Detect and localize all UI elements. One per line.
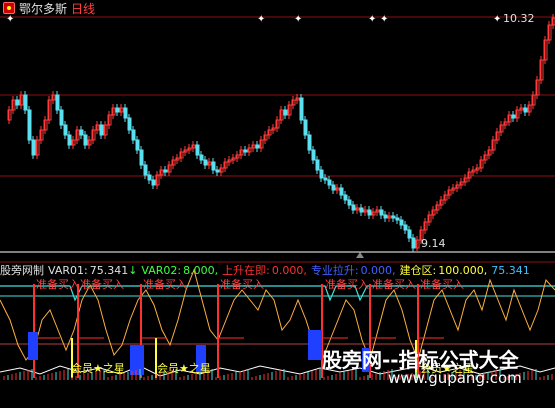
build-value: 100.000, [438, 263, 488, 277]
candle-body [79, 129, 84, 136]
down-arrow-icon: ↓ [128, 263, 138, 277]
chart-header: 鄂尔多斯 日线 [0, 0, 95, 16]
var01-value: 75.341 [89, 263, 129, 277]
buy-signal: 准备买入 [420, 278, 464, 291]
candle-body [31, 139, 36, 156]
star-flag-icon: ✦ [380, 14, 388, 25]
pull-block [130, 345, 144, 375]
extra-value: 75.341 [491, 263, 530, 277]
buy-signal: 准备买入 [220, 278, 264, 291]
candle-body [99, 124, 104, 136]
candle-body [311, 149, 316, 161]
candle-body [127, 117, 132, 131]
candle-body [115, 107, 120, 113]
marker-triangle [356, 252, 364, 258]
pull-block [28, 332, 38, 360]
watermark-url: www.gupang.com [388, 369, 522, 387]
stock-name[interactable]: 鄂尔多斯 [19, 0, 67, 17]
stock-logo-icon [3, 2, 15, 14]
candle-body [343, 194, 348, 201]
member-star-signal: 会员★之星 [71, 362, 125, 375]
price-min-label: 9.14 [421, 237, 446, 250]
candle-body [15, 99, 20, 106]
chart-screen[interactable]: ✦ ✦ ✦ ✦ ✦ ✦ 鄂尔多斯 日线 10.32 9.14 股旁网制 VAR01: 75… [0, 0, 555, 408]
candle-body [299, 97, 304, 121]
pull-value: 0.000, [360, 263, 396, 277]
candle-body [67, 134, 72, 146]
buy-signal: 准备买入 [372, 278, 416, 291]
candle-body [395, 217, 400, 221]
candle-body [199, 154, 204, 161]
candle-body [383, 214, 388, 219]
candle-body [203, 159, 208, 166]
candle-body [195, 144, 200, 156]
buy-signal: 准备买入 [143, 278, 187, 291]
candle-body [147, 174, 152, 181]
star-flag-icon: ✦ [257, 14, 265, 25]
candle-body [347, 199, 352, 206]
candle-body [523, 107, 528, 113]
candle-body [303, 119, 308, 136]
price-max-label: 10.32 [503, 12, 535, 25]
buy-signal: 准备买入 [325, 278, 369, 291]
candle-body [135, 139, 140, 151]
candle-body [379, 209, 384, 216]
candle-body [391, 215, 396, 219]
candle-body [243, 149, 248, 153]
candle-body [59, 109, 64, 126]
star-flag-icon: ✦ [368, 14, 376, 25]
candle-body [139, 149, 144, 166]
candle-body [411, 237, 416, 249]
star-flag-icon: ✦ [294, 14, 302, 25]
candle-body [307, 134, 312, 151]
candle-body [63, 124, 68, 136]
candle-body [123, 107, 128, 119]
candle-body [215, 169, 220, 173]
candle-body [339, 187, 344, 196]
candle-body [27, 109, 32, 141]
candle-body [319, 169, 324, 179]
candle-body [331, 184, 336, 191]
period-label[interactable]: 日线 [71, 0, 95, 17]
var01-label: VAR01: [48, 263, 88, 277]
candle-body [367, 209, 372, 216]
candle-body [283, 109, 288, 116]
buy-signal: 准备买入 [80, 278, 124, 291]
candle-body [255, 144, 260, 149]
candle-body [315, 159, 320, 171]
candle-body [407, 229, 412, 239]
candle-body [23, 94, 28, 111]
candle-body [151, 179, 156, 186]
candle-body [211, 161, 216, 171]
candle-body [403, 224, 408, 231]
candle-body [323, 177, 328, 181]
candle-body [399, 219, 404, 226]
member-star-signal: 会员★之星 [157, 362, 211, 375]
candle-body [511, 114, 516, 119]
candle-body [359, 207, 364, 213]
var02-label: VAR02: [141, 263, 182, 277]
rise-value: 0.000, [271, 263, 307, 277]
candle-body [55, 94, 60, 111]
pull-block [308, 330, 322, 360]
candle-body [131, 129, 136, 141]
candle-body [163, 169, 168, 173]
var02-value: 8.000, [183, 263, 219, 277]
star-flag-icon: ✦ [493, 14, 501, 25]
candle-body [351, 204, 356, 211]
candle-body [143, 164, 148, 176]
candle-body [327, 179, 332, 186]
candle-body [83, 134, 88, 146]
buy-signal: 准备买入 [36, 278, 80, 291]
